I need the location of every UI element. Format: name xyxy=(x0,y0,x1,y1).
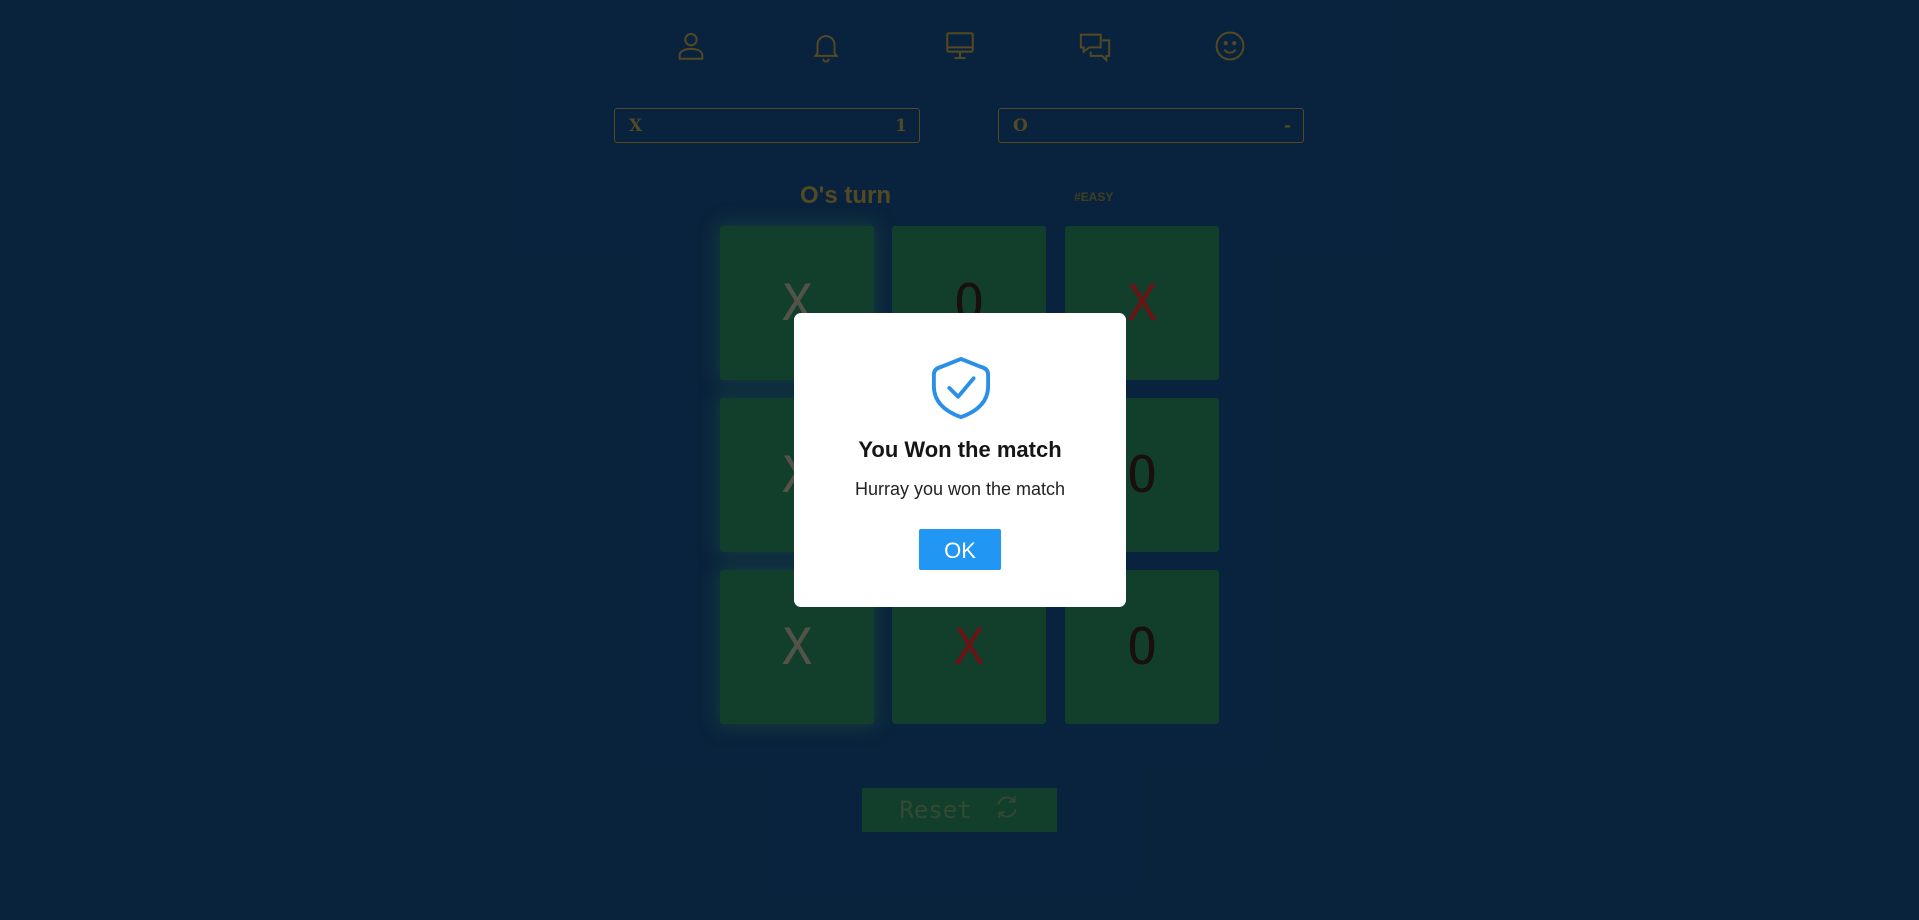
ok-button[interactable]: OK xyxy=(919,529,1001,570)
dialog-message: Hurray you won the match xyxy=(854,479,1066,499)
win-dialog: You Won the match Hurray you won the mat… xyxy=(794,313,1126,607)
dialog-title: You Won the match xyxy=(858,437,1062,462)
game-page: X 1 O - O's turn #EASY X O X X O X X xyxy=(0,0,1919,920)
shield-check-icon xyxy=(930,355,992,421)
